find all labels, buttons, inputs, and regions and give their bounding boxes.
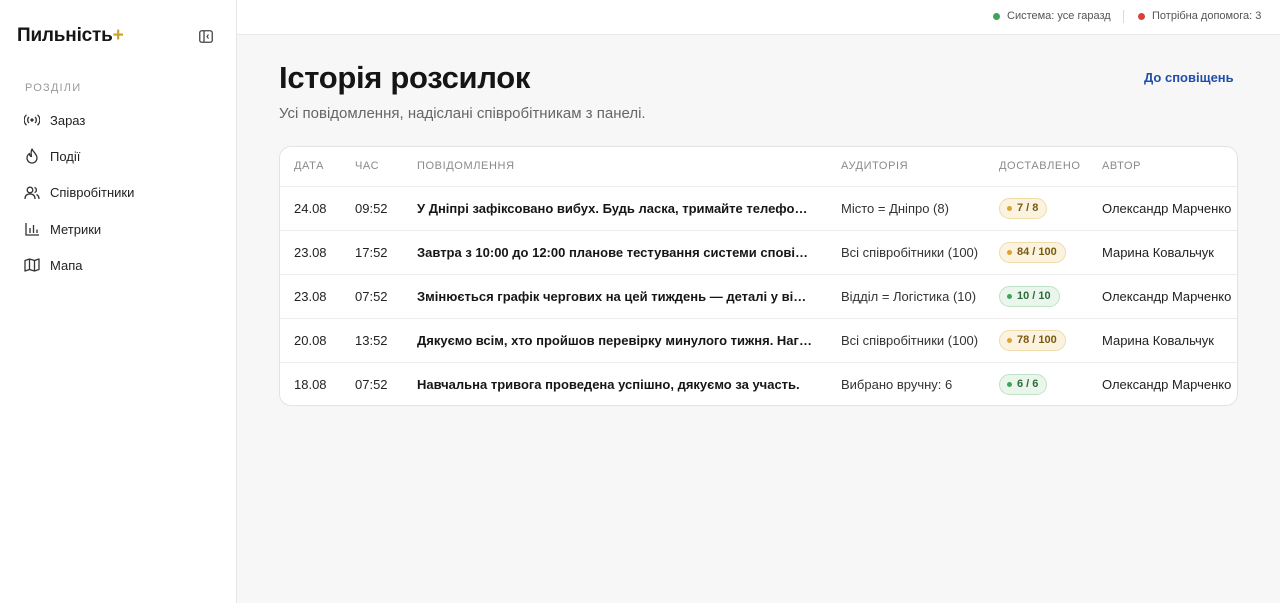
partial-delivery-dot-icon (1007, 249, 1012, 255)
sidebar-item-label: Події (50, 148, 81, 164)
broadcast-history-table: ДАТА ЧАС ПОВІДОМЛЕННЯ АУДИТОРІЯ ДОСТАВЛЕ… (280, 147, 1237, 405)
cell-date: 23.08 (280, 274, 341, 319)
cell-audience: Всі співробітники (100) (827, 230, 985, 275)
flame-icon (24, 148, 40, 165)
help-status[interactable]: Потрібна допомога: 3 (1138, 10, 1261, 22)
cell-message: Дякуємо всім, хто пройшов перевірку мину… (403, 318, 827, 363)
broadcast-icon (24, 112, 40, 128)
column-header-time[interactable]: ЧАС (341, 147, 403, 187)
page-title: Історія розсилок (279, 60, 531, 95)
status-alert-dot-icon (1138, 12, 1145, 20)
help-status-label: Потрібна допомога: 3 (1152, 10, 1262, 22)
column-header-author[interactable]: АВТОР (1088, 147, 1237, 187)
users-icon (24, 185, 40, 201)
cell-time: 07:52 (341, 274, 403, 319)
delivery-count: 6 / 6 (1017, 378, 1039, 391)
top-status-bar: Система: усе гаразд Потрібна допомога: 3 (237, 0, 1280, 35)
sidebar-collapse-button[interactable] (196, 27, 216, 45)
full-delivery-dot-icon (1007, 293, 1012, 299)
cell-time: 07:52 (355, 376, 388, 392)
column-header-date[interactable]: ДАТА (280, 147, 341, 187)
cell-delivered: 10 / 10 (985, 274, 1088, 319)
cell-author: Олександр Марченко (1088, 186, 1237, 231)
sidebar-nav: Зараз Події Співробітники Метрики Мапа (0, 102, 236, 283)
cell-message: У Дніпрі зафіксовано вибух. Будь ласка, … (403, 186, 827, 231)
sidebar-item-employees[interactable]: Співробітники (0, 175, 236, 211)
cell-message: Завтра з 10:00 до 12:00 планове тестуван… (403, 230, 827, 275)
brand-mark: + (112, 25, 124, 46)
delivery-count: 78 / 100 (1017, 334, 1057, 346)
column-header-delivered[interactable]: ДОСТАВЛЕНО (985, 147, 1088, 187)
table-row[interactable]: 24.08 09:52 У Дніпрі зафіксовано вибух. … (280, 186, 1237, 231)
cell-time: 13:52 (341, 318, 403, 363)
cell-delivered: 78 / 100 (985, 318, 1088, 363)
partial-delivery-dot-icon (1007, 337, 1012, 343)
page-subtitle: Усі повідомлення, надіслані співробітник… (279, 105, 646, 122)
cell-message: Змінюється графік чергових на цей тижден… (403, 274, 827, 319)
cell-delivered: 6 / 6 (985, 362, 1088, 405)
sidebar-item-events[interactable]: Події (0, 138, 236, 174)
sidebar-item-label: Зараз (50, 112, 86, 128)
bar-chart-icon (24, 221, 40, 237)
delivery-status-badge: 78 / 100 (999, 329, 1066, 351)
system-status: Система: усе гаразд (993, 10, 1111, 22)
cell-time: 09:52 (341, 186, 403, 231)
delivery-count: 10 / 10 (1017, 290, 1051, 302)
table-row[interactable]: 18.08 07:52 Навчальна тривога проведена … (280, 362, 1237, 405)
sidebar: Пильність+ РОЗДІЛИ Зараз Події Співробіт… (0, 0, 237, 603)
full-delivery-dot-icon (1007, 381, 1012, 387)
brand-name: Пильність (17, 25, 113, 46)
sidebar-item-now[interactable]: Зараз (0, 102, 236, 138)
status-ok-dot-icon (993, 12, 1000, 20)
cell-delivered: 84 / 100 (985, 230, 1088, 275)
cell-audience: Відділ = Логістика (10) (827, 274, 985, 319)
table-row[interactable]: 20.08 13:52 Дякуємо всім, хто пройшов пе… (280, 318, 1237, 363)
table-row[interactable]: 23.08 17:52 Завтра з 10:00 до 12:00 план… (280, 230, 1237, 275)
cell-message: Навчальна тривога проведена успішно, дяк… (417, 376, 800, 392)
sidebar-item-map[interactable]: Мапа (0, 247, 236, 283)
cell-audience: Місто = Дніпро (8) (827, 186, 985, 231)
cell-delivered: 7 / 8 (985, 186, 1088, 231)
cell-audience: Всі співробітники (100) (827, 318, 985, 363)
sidebar-section-label: РОЗДІЛИ (25, 82, 82, 94)
sidebar-item-label: Метрики (50, 221, 102, 237)
sidebar-item-label: Мапа (50, 257, 83, 273)
sidebar-item-metrics[interactable]: Метрики (0, 211, 236, 247)
sidebar-toggle-icon (199, 29, 213, 43)
cell-date: 23.08 (280, 230, 341, 275)
system-status-label: Система: усе гаразд (1007, 10, 1111, 22)
cell-date: 18.08 (294, 376, 327, 392)
delivery-status-badge: 7 / 8 (999, 197, 1048, 219)
delivery-status-badge: 10 / 10 (999, 285, 1060, 307)
broadcast-history-table-card: ДАТА ЧАС ПОВІДОМЛЕННЯ АУДИТОРІЯ ДОСТАВЛЕ… (279, 146, 1238, 406)
cell-time: 17:52 (341, 230, 403, 275)
cell-author: Олександр Марченко (1102, 376, 1232, 392)
cell-audience: Вибрано вручну: 6 (841, 376, 953, 392)
table-row[interactable]: 23.08 07:52 Змінюється графік чергових н… (280, 274, 1237, 319)
table-header-row: ДАТА ЧАС ПОВІДОМЛЕННЯ АУДИТОРІЯ ДОСТАВЛЕ… (280, 147, 1237, 187)
column-header-message[interactable]: ПОВІДОМЛЕННЯ (403, 147, 827, 187)
column-header-audience[interactable]: АУДИТОРІЯ (827, 147, 985, 187)
back-to-notifications-link[interactable]: До сповіщень (1144, 70, 1234, 85)
cell-date: 20.08 (280, 318, 341, 363)
delivery-count: 84 / 100 (1017, 246, 1057, 258)
cell-author: Марина Ковальчук (1088, 318, 1237, 363)
cell-date: 24.08 (280, 186, 341, 231)
cell-author: Марина Ковальчук (1088, 230, 1237, 275)
map-icon (24, 257, 40, 273)
delivery-status-badge: 6 / 6 (999, 373, 1048, 395)
status-divider (1123, 10, 1124, 23)
brand-logo[interactable]: Пильність+ (17, 25, 124, 47)
partial-delivery-dot-icon (1007, 205, 1012, 211)
sidebar-item-label: Співробітники (50, 185, 135, 201)
delivery-count: 7 / 8 (1017, 202, 1039, 214)
delivery-status-badge: 84 / 100 (999, 241, 1066, 263)
cell-author: Олександр Марченко (1088, 274, 1237, 319)
